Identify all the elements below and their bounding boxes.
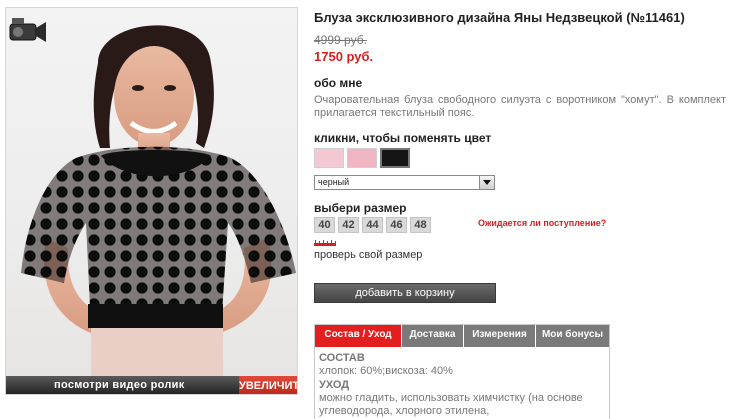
video-bar[interactable]: посмотри видео ролик УВЕЛИЧИТЬ	[6, 376, 297, 394]
ruler-icon	[314, 240, 336, 246]
info-tabs-panel: Состав / Уход Доставка Измерения Мои бон…	[314, 324, 610, 419]
zoom-button[interactable]: УВЕЛИЧИТЬ	[239, 376, 297, 394]
color-select[interactable]: черный	[314, 175, 495, 190]
tab-delivery[interactable]: Доставка	[402, 325, 464, 347]
size-options: 40 42 44 46 48	[314, 217, 431, 233]
color-heading: кликни, чтобы поменять цвет	[314, 131, 492, 145]
product-image	[21, 25, 296, 376]
composition-heading: СОСТАВ	[319, 352, 365, 364]
swatch-pink[interactable]	[347, 148, 377, 168]
composition-text: хлопок: 60%;вискоза: 40%	[319, 365, 453, 377]
size-heading: выбери размер	[314, 201, 407, 215]
care-heading: УХОД	[319, 379, 350, 391]
color-select-value: черный	[318, 177, 350, 187]
care-text-line-2: углеводорода, хлорного этилена,	[319, 405, 490, 417]
size-option-46[interactable]: 46	[386, 217, 407, 233]
info-tabs: Состав / Уход Доставка Измерения Мои бон…	[315, 325, 609, 347]
about-heading: обо мне	[314, 76, 363, 90]
product-title: Блуза эксклюзивного дизайна Яны Недзвецк…	[314, 10, 685, 25]
add-to-cart-button[interactable]: добавить в корзину	[314, 283, 496, 303]
color-swatches	[314, 148, 410, 168]
size-option-42[interactable]: 42	[338, 217, 359, 233]
swatch-black[interactable]	[380, 148, 410, 168]
product-description: Очаровательная блуза свободного силуэта …	[314, 94, 726, 119]
chevron-down-icon[interactable]	[479, 176, 494, 189]
watch-video-link[interactable]: посмотри видео ролик	[54, 379, 185, 391]
sale-price: 1750 руб.	[314, 49, 374, 64]
care-text-line-1: можно гладить, использовать химчистку (н…	[319, 392, 583, 404]
expect-arrival-link[interactable]: Ожидается ли поступление?	[478, 218, 606, 228]
tab-composition-care[interactable]: Состав / Уход	[315, 325, 402, 347]
check-size-link[interactable]: проверь свой размер	[314, 249, 422, 261]
swatch-light-pink[interactable]	[314, 148, 344, 168]
size-option-40[interactable]: 40	[314, 217, 335, 233]
old-price: 4999 руб.	[314, 33, 367, 47]
tab-my-bonuses[interactable]: Мои бонусы	[536, 325, 609, 347]
size-option-44[interactable]: 44	[362, 217, 383, 233]
tab-content: СОСТАВ хлопок: 60%;вискоза: 40% УХОД мож…	[315, 347, 609, 418]
product-photo[interactable]: посмотри видео ролик УВЕЛИЧИТЬ	[5, 7, 298, 395]
size-option-48[interactable]: 48	[410, 217, 431, 233]
tab-measurements[interactable]: Измерения	[464, 325, 536, 347]
video-camera-icon	[9, 18, 46, 42]
